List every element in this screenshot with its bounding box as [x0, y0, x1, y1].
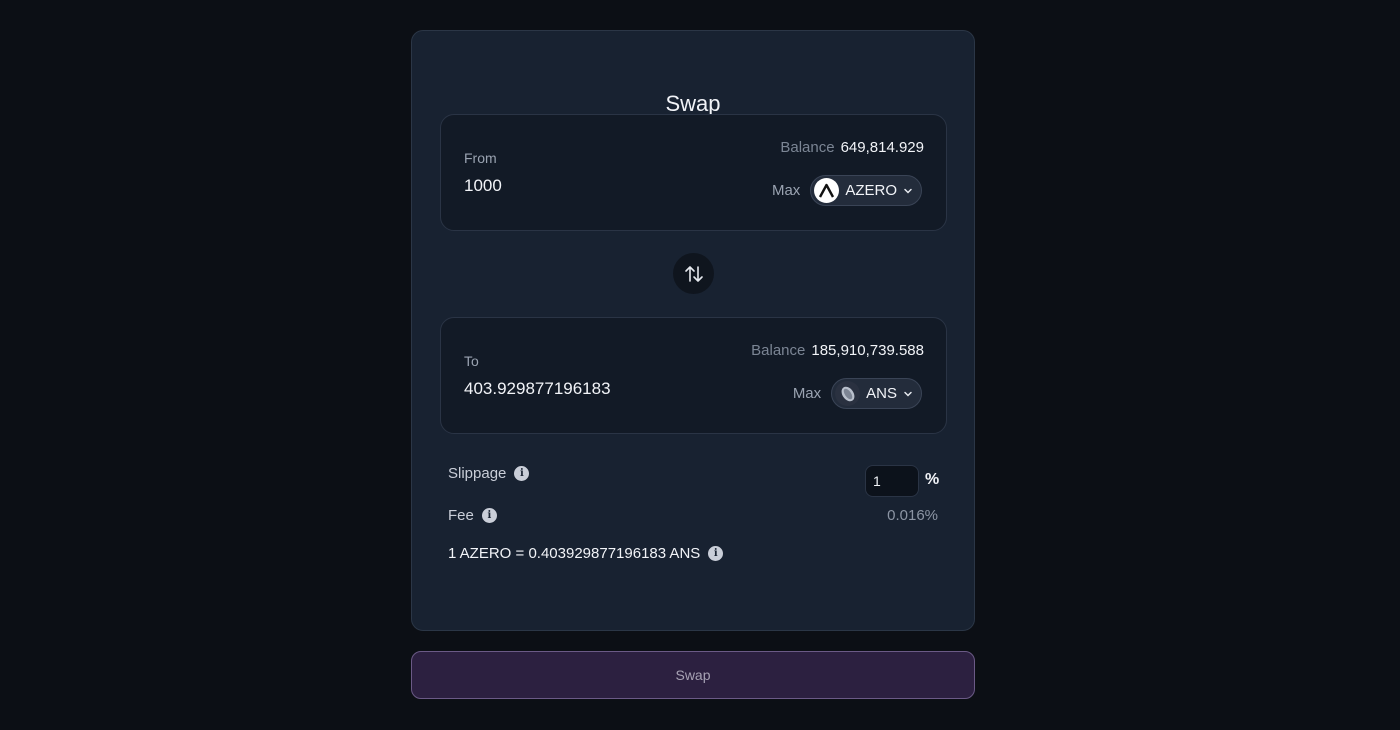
slippage-row: Slippage i: [448, 465, 530, 482]
from-token-name: AZERO: [845, 182, 897, 199]
slippage-input[interactable]: [865, 465, 919, 497]
swap-card: Swap From Balance649,814.929 Max AZERO: [411, 30, 975, 631]
from-balance: Balance 649,814.929: [780, 139, 924, 156]
chevron-down-icon: [904, 188, 912, 194]
from-panel: From Balance 649,814.929 Max AZERO: [440, 114, 947, 231]
from-balance-value: 649,814.929: [840, 139, 924, 156]
to-balance: Balance 185,910,739.588: [751, 342, 924, 359]
to-token-select[interactable]: ANS: [831, 378, 922, 409]
from-balance-label: Balance: [780, 139, 835, 156]
to-token-row: Max ANS: [793, 378, 922, 409]
to-max-button[interactable]: Max: [793, 385, 821, 402]
from-label: From: [464, 150, 497, 166]
to-token-name: ANS: [866, 385, 897, 402]
to-balance-value: 185,910,739.588: [811, 342, 924, 359]
from-max-button[interactable]: Max: [772, 182, 800, 199]
from-token-select[interactable]: AZERO: [810, 175, 922, 206]
from-amount-input[interactable]: [464, 176, 724, 196]
fee-row: Fee i: [448, 507, 497, 524]
exchange-rate-text: 1 AZERO = 0.403929877196183 ANS: [448, 545, 701, 562]
slippage-unit: %: [925, 471, 940, 488]
swap-direction-button[interactable]: [673, 253, 714, 294]
to-amount-input[interactable]: [464, 379, 724, 399]
page: Swap From Balance 649,814.929 Max AZERO: [0, 0, 1400, 730]
swap-button[interactable]: Swap: [411, 651, 975, 699]
swap-arrows-icon: [684, 265, 703, 282]
info-icon[interactable]: i: [481, 508, 497, 523]
to-panel: To Balance 185,910,739.588 Max ANS: [440, 317, 947, 434]
to-label: To: [464, 353, 479, 369]
exchange-rate-row: 1 AZERO = 0.403929877196183 ANS i: [448, 545, 724, 562]
slippage-label: Slippage: [448, 465, 507, 482]
azero-logo-icon: [814, 178, 840, 203]
fee-label: Fee: [448, 507, 474, 524]
info-icon[interactable]: i: [708, 546, 724, 561]
to-balance-label: Balance: [751, 342, 806, 359]
chevron-down-icon: [904, 391, 912, 397]
from-token-row: Max AZERO: [772, 175, 922, 206]
fee-value: 0.016%: [887, 507, 938, 524]
info-icon[interactable]: i: [514, 466, 530, 481]
ans-logo-icon: [835, 381, 861, 406]
